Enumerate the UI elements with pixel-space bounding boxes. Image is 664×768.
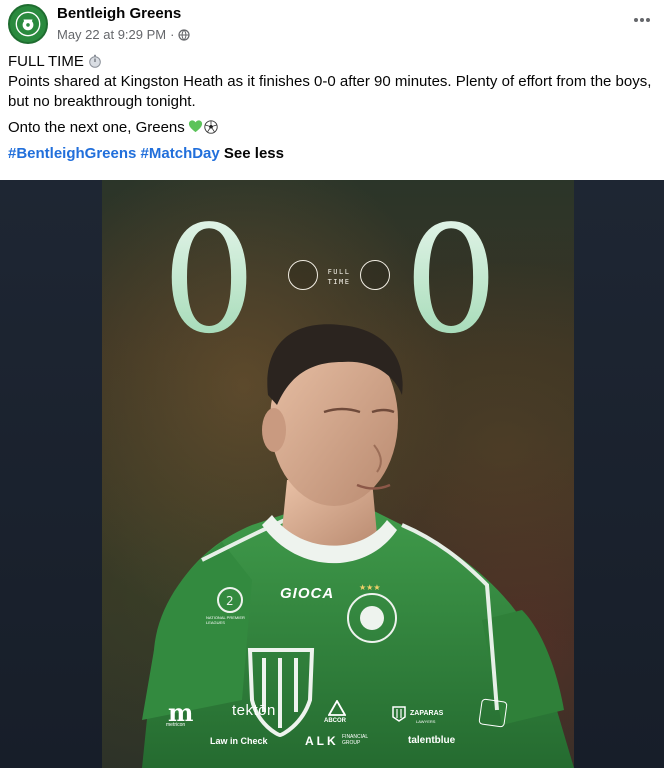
svg-text:★★★: ★★★ (359, 583, 381, 592)
more-dot (640, 18, 644, 22)
post-body-text: Points shared at Kingston Heath as it fi… (8, 73, 652, 110)
post-header: Bentleigh Greens May 22 at 9:29 PM · (0, 0, 664, 52)
sponsor-tekton: tektōn (232, 702, 276, 719)
more-dot (646, 18, 650, 22)
sponsor-alk: ALK (305, 734, 339, 748)
sponsor-abcor: ABCOR (324, 718, 346, 724)
page-name-link[interactable]: Bentleigh Greens (57, 5, 181, 22)
more-options-button[interactable] (630, 10, 654, 30)
sponsor-zaparas: ZAPARAS (410, 710, 444, 717)
media-letterbox-right (574, 180, 664, 768)
sponsor-badge-icon (478, 698, 508, 728)
sponsor-law-in-check: Law in Check (210, 736, 268, 746)
more-options-icon (634, 18, 638, 22)
post-timestamp[interactable]: May 22 at 9:29 PM (57, 27, 166, 42)
sponsor-alk-financial: FINANCIAL GROUP (342, 734, 368, 746)
away-team-crest-icon (360, 260, 390, 290)
shirt-sponsor-gioca: GIOCA (280, 585, 335, 602)
page-avatar[interactable] (8, 4, 48, 44)
abcor-icon (328, 700, 346, 716)
fulltime-text: FULL TIME (8, 53, 84, 70)
sponsor-metricon-text: metricon (166, 722, 186, 728)
fulltime-graphic[interactable]: ★★★ 2 0 0 FULL TIME GIOCA NATIONAL PREMI… (102, 180, 574, 768)
zaparas-icon (392, 706, 406, 722)
hashtag-bentleighgreens[interactable]: #BentleighGreens (8, 145, 136, 162)
post-line-hashtags: #BentleighGreens #MatchDay See less (8, 144, 658, 164)
home-team-crest-icon (288, 260, 318, 290)
post-meta: May 22 at 9:29 PM · (57, 27, 191, 42)
post-line-fulltime: FULL TIME Points shared at Kingston Heat… (8, 52, 658, 112)
time-label: TIME (327, 278, 351, 286)
svg-text:2: 2 (226, 594, 234, 608)
hashtag-matchday[interactable]: #MatchDay (141, 145, 220, 162)
sponsor-talentblue: talentblue (408, 735, 456, 746)
see-less-button[interactable]: See less (224, 145, 284, 162)
green-heart-icon (188, 120, 202, 133)
globe-icon (178, 28, 191, 41)
post-text: FULL TIME Points shared at Kingston Heat… (8, 52, 658, 170)
club-crest-icon (10, 6, 46, 42)
post-media[interactable]: ★★★ 2 0 0 FULL TIME GIOCA NATIONAL PREMI… (0, 180, 664, 768)
npl-badge-text: NATIONAL PREMIER LEAGUES (206, 615, 245, 625)
sponsor-zaparas-lawyers: LAWYERS (416, 719, 436, 724)
full-label: FULL (327, 268, 351, 276)
home-score: 0 (162, 194, 257, 366)
media-letterbox-left (0, 180, 102, 768)
full-time-label: FULL TIME (324, 267, 354, 287)
stopwatch-icon (89, 54, 101, 68)
post-line-next: Onto the next one, Greens (8, 118, 658, 138)
soccer-ball-icon (204, 120, 218, 134)
away-score: 0 (404, 194, 499, 366)
onto-next-text: Onto the next one, Greens (8, 119, 185, 136)
meta-separator: · (170, 27, 175, 42)
